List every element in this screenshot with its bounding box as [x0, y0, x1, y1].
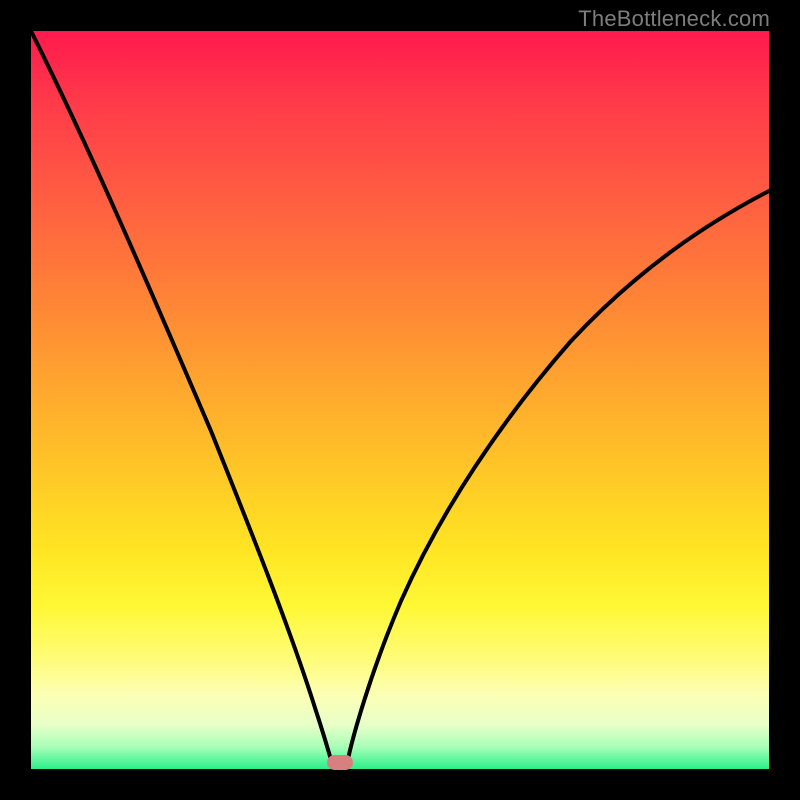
chart-frame: TheBottleneck.com: [0, 0, 800, 800]
curve-left-branch: [31, 31, 334, 769]
bottleneck-curve: [31, 31, 769, 769]
curve-right-branch: [346, 191, 769, 769]
minimum-marker: [327, 755, 353, 770]
plot-area: [31, 31, 769, 769]
watermark-text: TheBottleneck.com: [578, 6, 770, 32]
